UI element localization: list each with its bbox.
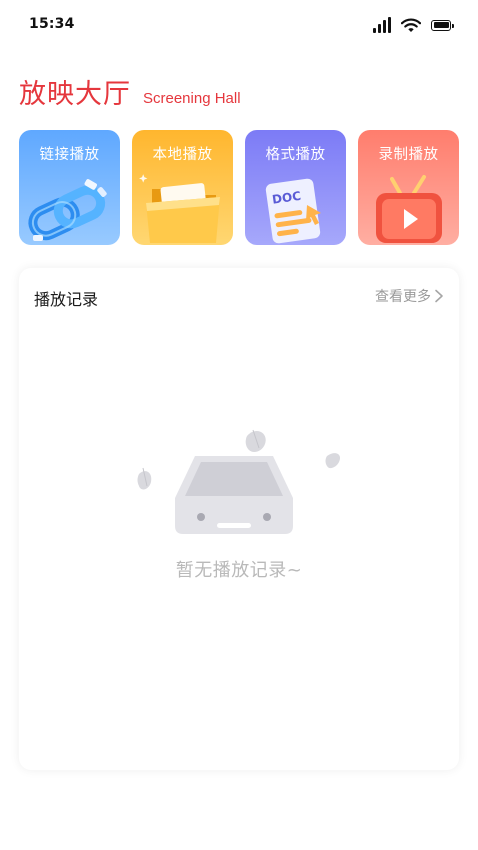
format-play-label: 格式播放 xyxy=(265,147,326,163)
record-play-card[interactable]: 录制播放 xyxy=(358,130,459,245)
link-play-label: 链接播放 xyxy=(39,147,100,163)
feature-cards: 链接播放 本地播放 格式播放 DOC 录制播放 xyxy=(19,130,459,245)
play-history-panel: 播放记录 查看更多 暂无播放记录~ xyxy=(19,268,459,770)
empty-inbox-icon xyxy=(137,429,341,534)
empty-state-text: 暂无播放记录~ xyxy=(175,560,303,581)
status-time: 15:34 xyxy=(29,16,75,32)
page-subtitle: Screening Hall xyxy=(143,90,241,107)
battery-icon xyxy=(431,19,454,31)
status-icons xyxy=(373,17,454,33)
folder-icon xyxy=(139,174,220,243)
record-play-label: 录制播放 xyxy=(378,147,439,163)
doc-file-icon: DOC xyxy=(265,178,321,244)
view-more-label: 查看更多 xyxy=(375,289,431,305)
local-play-label: 本地播放 xyxy=(152,147,213,163)
format-play-card[interactable]: 格式播放 DOC xyxy=(245,130,346,245)
signal-icon xyxy=(373,17,391,33)
view-more-link[interactable]: 查看更多 xyxy=(375,286,444,306)
tv-play-icon xyxy=(376,175,442,243)
page-header: 放映大厅 Screening Hall xyxy=(19,72,241,111)
local-play-card[interactable]: 本地播放 xyxy=(132,130,233,245)
link-play-card[interactable]: 链接播放 xyxy=(19,130,120,245)
chevron-right-icon xyxy=(435,289,443,303)
wifi-icon xyxy=(401,18,421,32)
chain-link-icon xyxy=(28,179,107,241)
play-history-title: 播放记录 xyxy=(34,290,99,309)
page-title: 放映大厅 xyxy=(19,79,131,110)
status-bar: 15:34 xyxy=(0,0,478,52)
